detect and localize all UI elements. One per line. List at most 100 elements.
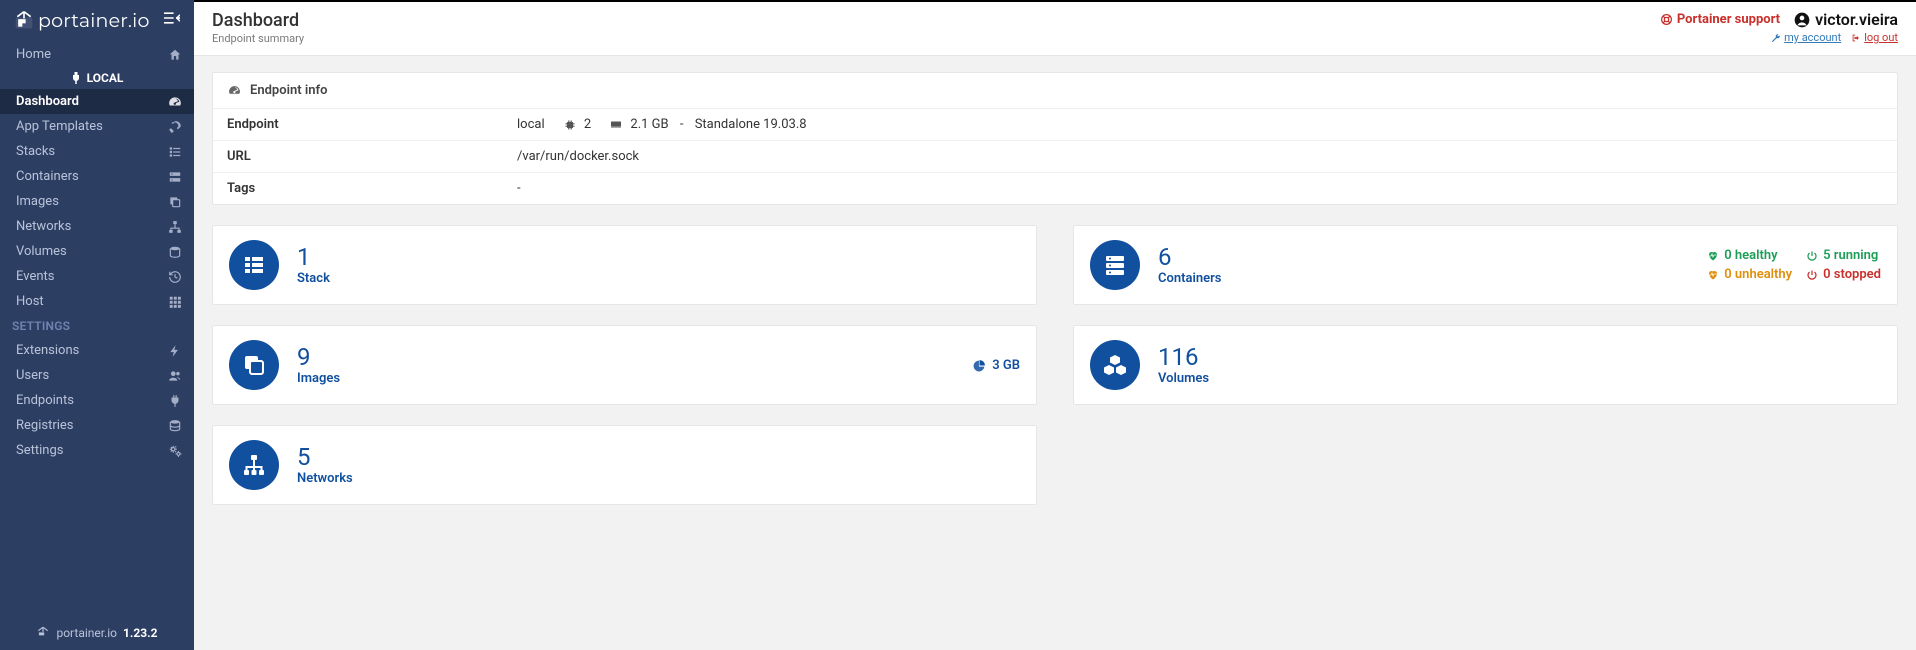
sidebar-item-label: Registries <box>16 418 74 433</box>
status-healthy: 0 healthy <box>1707 248 1792 263</box>
list-icon <box>168 145 182 159</box>
page-title: Dashboard <box>212 10 304 31</box>
sidebar-item-label: Settings <box>16 443 63 458</box>
sidebar-item-home[interactable]: Home <box>0 42 194 67</box>
tile-label: Volumes <box>1158 371 1209 386</box>
history-icon <box>168 270 182 284</box>
mem-val: 2.1 GB <box>630 117 668 132</box>
page-subtitle: Endpoint summary <box>212 32 304 45</box>
footer-version: 1.23.2 <box>123 626 158 640</box>
power-icon <box>1806 250 1818 262</box>
tile-containers[interactable]: 6 Containers 0 healthy 5 running <box>1073 225 1898 305</box>
tile-images[interactable]: 9 Images 3 GB <box>212 325 1037 405</box>
sidebar-item-events[interactable]: Events <box>0 264 194 289</box>
endpoint-label: LOCAL <box>87 71 124 85</box>
tile-volumes[interactable]: 116 Volumes <box>1073 325 1898 405</box>
url-key: URL <box>213 141 503 173</box>
sidebar-item-extensions[interactable]: Extensions <box>0 338 194 363</box>
user-chip[interactable]: victor.vieira <box>1794 10 1898 29</box>
status-text: 0 stopped <box>1823 267 1881 282</box>
topbar-row2: my account log out <box>1771 31 1898 44</box>
tile-label: Containers <box>1158 271 1221 286</box>
tile-stacks[interactable]: 1 Stack <box>212 225 1037 305</box>
endpoint-name: local <box>517 117 545 132</box>
bolt-icon <box>168 344 182 358</box>
pie-chart-icon <box>973 359 986 372</box>
sidebar-item-app-templates[interactable]: App Templates <box>0 114 194 139</box>
tags-key: Tags <box>213 173 503 205</box>
tile-label: Images <box>297 371 340 386</box>
plug-icon <box>71 72 81 84</box>
status-grid: 0 healthy 5 running 0 unhealthy <box>1707 248 1881 282</box>
my-account-text: my account <box>1784 31 1841 44</box>
sidebar-item-dashboard[interactable]: Dashboard <box>0 89 194 114</box>
heartbeat-icon <box>1707 269 1719 281</box>
sidebar-item-label: Endpoints <box>16 393 74 408</box>
sidebar-toggle-icon[interactable] <box>164 11 180 29</box>
tile-icon-images <box>229 340 279 390</box>
table-row: Endpoint local 2 2.1 GB - <box>213 109 1897 141</box>
sidebar-item-volumes[interactable]: Volumes <box>0 239 194 264</box>
sidebar-item-label: Events <box>16 269 54 284</box>
sitemap-icon <box>242 453 266 477</box>
hdd-icon <box>168 245 182 259</box>
sidebar-item-settings[interactable]: Settings <box>0 438 194 463</box>
endpoint-val: local 2 2.1 GB - Standalone 19.03.8 <box>503 109 1897 141</box>
tile-body: 9 Images <box>297 345 340 386</box>
status-text: 0 healthy <box>1724 248 1777 263</box>
page-title-wrap: Dashboard Endpoint summary <box>212 10 304 45</box>
status-text: 0 unhealthy <box>1724 267 1792 282</box>
support-link[interactable]: Portainer support <box>1660 12 1780 27</box>
table-row: Tags - <box>213 173 1897 205</box>
sidebar-item-host[interactable]: Host <box>0 289 194 314</box>
portainer-logo-icon <box>36 626 50 640</box>
sidebar-item-label: Containers <box>16 169 79 184</box>
sidebar-item-users[interactable]: Users <box>0 363 194 388</box>
sign-out-icon <box>1851 33 1861 43</box>
sidebar-item-networks[interactable]: Networks <box>0 214 194 239</box>
panel-title: Endpoint info <box>250 83 327 98</box>
tile-icon-networks <box>229 440 279 490</box>
endpoint-heading: LOCAL <box>0 67 194 89</box>
database-icon <box>168 419 182 433</box>
sidebar-item-stacks[interactable]: Stacks <box>0 139 194 164</box>
table-row: URL /var/run/docker.sock <box>213 141 1897 173</box>
topbar: Dashboard Endpoint summary Portainer sup… <box>194 2 1916 56</box>
power-icon <box>1806 269 1818 281</box>
brand-logo[interactable]: portainer.io <box>14 9 150 32</box>
sidebar-footer: portainer.io 1.23.2 <box>0 616 194 650</box>
sidebar-item-endpoints[interactable]: Endpoints <box>0 388 194 413</box>
sidebar-item-containers[interactable]: Containers <box>0 164 194 189</box>
sidebar-item-label: Home <box>16 47 51 62</box>
clone-icon <box>242 353 266 377</box>
cpu-count: 2 <box>584 117 591 132</box>
tile-icon-containers <box>1090 240 1140 290</box>
cubes-icon <box>1103 353 1127 377</box>
sidebar-item-registries[interactable]: Registries <box>0 413 194 438</box>
log-out-link[interactable]: log out <box>1851 31 1898 44</box>
user-circle-icon <box>1794 12 1810 28</box>
main: Dashboard Endpoint summary Portainer sup… <box>194 0 1916 650</box>
tile-count: 9 <box>297 345 340 369</box>
sidebar-item-label: Images <box>16 194 59 209</box>
brand-text: portainer.io <box>38 9 150 32</box>
tile-icon-stacks <box>229 240 279 290</box>
images-size: 3 GB <box>992 358 1020 373</box>
mode-val: Standalone 19.03.8 <box>695 117 807 132</box>
footer-brand: portainer.io <box>56 626 117 640</box>
my-account-link[interactable]: my account <box>1771 31 1841 44</box>
sidebar-item-label: Users <box>16 368 49 383</box>
tile-body: 116 Volumes <box>1158 345 1209 386</box>
sidebar-item-images[interactable]: Images <box>0 189 194 214</box>
tile-networks[interactable]: 5 Networks <box>212 425 1037 505</box>
sitemap-icon <box>168 220 182 234</box>
sidebar-header: portainer.io <box>0 0 194 42</box>
tile-icon-volumes <box>1090 340 1140 390</box>
sidebar-item-label: Host <box>16 294 44 309</box>
memory-icon <box>610 119 622 131</box>
topbar-row1: Portainer support victor.vieira <box>1660 10 1898 29</box>
tags-val: - <box>503 173 1897 205</box>
cpu-icon <box>564 119 576 131</box>
tile-count: 5 <box>297 445 353 469</box>
status-unhealthy: 0 unhealthy <box>1707 267 1792 282</box>
